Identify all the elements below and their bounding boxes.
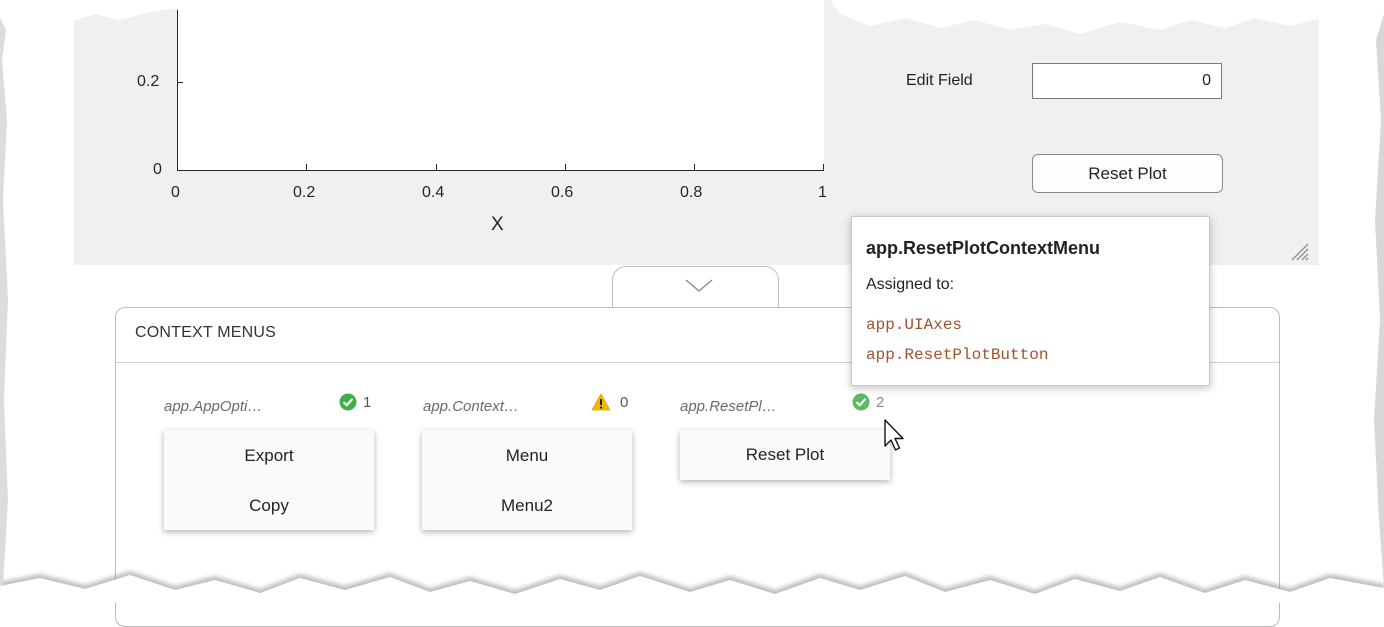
- x-tick-label: 0.4: [422, 184, 445, 201]
- y-tick-mark: [177, 82, 183, 83]
- context-menu-preview[interactable]: Menu Menu2: [422, 430, 632, 530]
- context-menus-title: CONTEXT MENUS: [135, 324, 276, 341]
- x-tick-label: 0.2: [293, 184, 316, 201]
- context-menu-preview[interactable]: Reset Plot: [680, 430, 890, 480]
- x-tick-mark: [565, 164, 566, 170]
- y-tick-label: 0: [153, 161, 162, 178]
- check-circle-icon: [852, 393, 870, 411]
- context-menu-name[interactable]: app.Context…: [423, 398, 519, 415]
- x-tick-label: 0.6: [551, 184, 574, 201]
- usage-count: 1: [363, 394, 372, 411]
- reset-plot-button[interactable]: Reset Plot: [1032, 154, 1223, 193]
- edit-field-input[interactable]: [1032, 63, 1222, 99]
- x-tick-label: 1: [818, 184, 827, 201]
- screenshot-scene: 0.2 0 0 0.2 0.4 0.6 0.8 1 X Edit Field R…: [0, 0, 1384, 627]
- x-tick-mark: [436, 164, 437, 170]
- usage-count: 0: [620, 394, 629, 411]
- menu-item[interactable]: Menu2: [422, 496, 632, 516]
- chevron-down-icon: [685, 279, 713, 292]
- x-axis-line: [177, 170, 824, 171]
- menu-item[interactable]: Export: [164, 446, 374, 466]
- usage-count: 2: [876, 394, 885, 411]
- mouse-pointer-icon: [884, 419, 904, 451]
- context-menu-name[interactable]: app.ResetPl…: [680, 398, 777, 415]
- tooltip-target: app.UIAxes: [866, 316, 963, 334]
- x-tick-mark: [823, 164, 824, 170]
- context-menu-preview[interactable]: Export Copy: [164, 430, 374, 530]
- y-tick-label: 0.2: [137, 73, 160, 90]
- menu-item[interactable]: Reset Plot: [680, 445, 890, 465]
- edit-field-label: Edit Field: [906, 72, 973, 89]
- y-axis-line: [177, 10, 178, 171]
- x-axis-label: X: [491, 214, 504, 235]
- x-tick-mark: [694, 164, 695, 170]
- resize-grip-icon[interactable]: [1286, 238, 1310, 262]
- x-tick-label: 0.8: [680, 184, 703, 201]
- x-tick-label: 0: [171, 184, 180, 201]
- context-menu-name[interactable]: app.AppOpti…: [164, 398, 262, 415]
- x-tick-mark: [306, 164, 307, 170]
- tooltip-title: app.ResetPlotContextMenu: [866, 238, 1101, 258]
- menu-item[interactable]: Copy: [164, 496, 374, 516]
- menu-item[interactable]: Menu: [422, 446, 632, 466]
- warning-icon: [591, 393, 611, 411]
- check-circle-icon: [339, 393, 357, 411]
- tooltip-assigned-label: Assigned to:: [866, 276, 955, 293]
- reset-plot-button-label: Reset Plot: [1088, 163, 1167, 183]
- plot-axes[interactable]: [178, 0, 824, 170]
- tooltip-target: app.ResetPlotButton: [866, 346, 1049, 364]
